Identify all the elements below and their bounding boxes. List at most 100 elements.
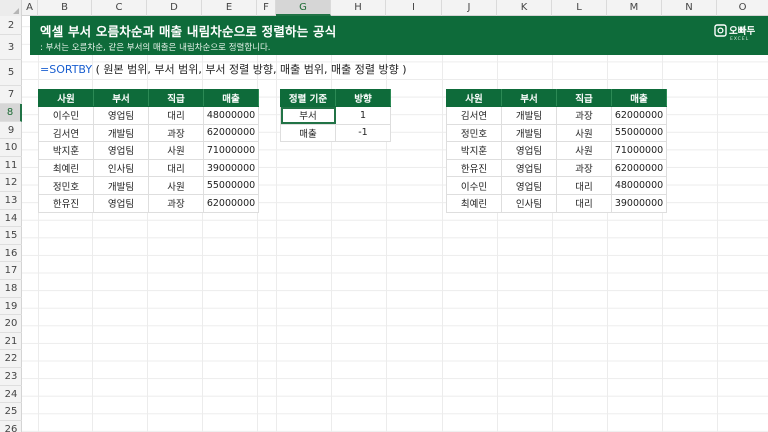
- criteria-cell[interactable]: 매출: [280, 123, 336, 143]
- source-cell[interactable]: 대리: [148, 158, 204, 178]
- result-header-cell[interactable]: 부서: [501, 89, 557, 107]
- column-header-b[interactable]: B: [38, 0, 92, 16]
- row-header-16[interactable]: 16: [0, 245, 22, 263]
- row-header-26[interactable]: 26: [0, 421, 22, 432]
- result-cell[interactable]: 박지훈: [446, 141, 502, 160]
- column-header-h[interactable]: H: [331, 0, 386, 16]
- result-cell[interactable]: 최예린: [446, 193, 502, 213]
- source-cell[interactable]: 과장: [148, 193, 204, 213]
- result-cell[interactable]: 영업팀: [501, 176, 557, 195]
- column-header-e[interactable]: E: [202, 0, 257, 16]
- column-header-n[interactable]: N: [662, 0, 717, 16]
- result-cell[interactable]: 대리: [556, 176, 612, 195]
- row-header-14[interactable]: 14: [0, 210, 22, 228]
- row-header-22[interactable]: 22: [0, 350, 22, 368]
- result-cell[interactable]: 39000000: [611, 193, 667, 213]
- criteria-header-cell[interactable]: 정렬 기준: [280, 89, 336, 107]
- source-cell[interactable]: 영업팀: [93, 141, 149, 160]
- source-header-cell[interactable]: 직급: [148, 89, 204, 107]
- result-cell[interactable]: 62000000: [611, 158, 667, 178]
- source-cell[interactable]: 55000000: [203, 176, 259, 195]
- row-header-13[interactable]: 13: [0, 192, 22, 210]
- criteria-cell[interactable]: 부서: [280, 106, 336, 125]
- result-cell[interactable]: 개발팀: [501, 106, 557, 125]
- column-header-i[interactable]: I: [386, 0, 442, 16]
- source-cell[interactable]: 48000000: [203, 106, 259, 125]
- result-header-cell[interactable]: 사원: [446, 89, 502, 107]
- source-cell[interactable]: 사원: [148, 141, 204, 160]
- source-cell[interactable]: 과장: [148, 123, 204, 143]
- source-cell[interactable]: 인사팀: [93, 158, 149, 178]
- column-header-f[interactable]: F: [257, 0, 276, 16]
- result-header-cell[interactable]: 직급: [556, 89, 612, 107]
- row-header-20[interactable]: 20: [0, 315, 22, 333]
- result-cell[interactable]: 대리: [556, 193, 612, 213]
- source-cell[interactable]: 박지훈: [38, 141, 94, 160]
- select-all-corner[interactable]: [0, 0, 22, 16]
- row-header-15[interactable]: 15: [0, 227, 22, 245]
- source-header-cell[interactable]: 사원: [38, 89, 94, 107]
- source-cell[interactable]: 김서연: [38, 123, 94, 143]
- column-header-g[interactable]: G: [276, 0, 331, 16]
- result-cell[interactable]: 김서연: [446, 106, 502, 125]
- column-header-l[interactable]: L: [552, 0, 607, 16]
- source-cell[interactable]: 개발팀: [93, 123, 149, 143]
- source-header-cell[interactable]: 매출: [203, 89, 259, 107]
- result-cell[interactable]: 사원: [556, 123, 612, 143]
- row-header-24[interactable]: 24: [0, 386, 22, 404]
- row-header-18[interactable]: 18: [0, 280, 22, 298]
- row-header-9[interactable]: 9: [0, 122, 22, 140]
- source-cell[interactable]: 한유진: [38, 193, 94, 213]
- result-cell[interactable]: 인사팀: [501, 193, 557, 213]
- source-cell[interactable]: 개발팀: [93, 176, 149, 195]
- column-header-j[interactable]: J: [442, 0, 497, 16]
- result-cell[interactable]: 이수민: [446, 176, 502, 195]
- result-cell[interactable]: 사원: [556, 141, 612, 160]
- source-header-cell[interactable]: 부서: [93, 89, 149, 107]
- row-header-11[interactable]: 11: [0, 157, 22, 175]
- source-cell[interactable]: 대리: [148, 106, 204, 125]
- result-header-cell[interactable]: 매출: [611, 89, 667, 107]
- column-header-a[interactable]: A: [22, 0, 38, 16]
- result-cell[interactable]: 과장: [556, 106, 612, 125]
- result-cell[interactable]: 개발팀: [501, 123, 557, 143]
- result-cell[interactable]: 영업팀: [501, 158, 557, 178]
- result-cell[interactable]: 55000000: [611, 123, 667, 143]
- row-header-8[interactable]: 8: [0, 104, 22, 122]
- source-cell[interactable]: 39000000: [203, 158, 259, 178]
- column-header-k[interactable]: K: [497, 0, 552, 16]
- row-header-17[interactable]: 17: [0, 262, 22, 280]
- source-cell[interactable]: 62000000: [203, 193, 259, 213]
- result-cell[interactable]: 한유진: [446, 158, 502, 178]
- row-header-7[interactable]: 7: [0, 86, 22, 104]
- column-header-o[interactable]: O: [717, 0, 768, 16]
- row-header-21[interactable]: 21: [0, 333, 22, 351]
- row-header-23[interactable]: 23: [0, 368, 22, 386]
- row-header-2[interactable]: 2: [0, 16, 22, 35]
- column-header-c[interactable]: C: [92, 0, 147, 16]
- result-cell[interactable]: 48000000: [611, 176, 667, 195]
- source-cell[interactable]: 71000000: [203, 141, 259, 160]
- row-header-5[interactable]: 5: [0, 60, 22, 86]
- row-header-3[interactable]: 3: [0, 35, 22, 60]
- criteria-cell[interactable]: 1: [335, 106, 391, 125]
- sheet-grid[interactable]: [22, 16, 768, 432]
- column-header-d[interactable]: D: [147, 0, 202, 16]
- source-cell[interactable]: 사원: [148, 176, 204, 195]
- column-header-m[interactable]: M: [607, 0, 662, 16]
- criteria-cell[interactable]: -1: [335, 123, 391, 143]
- source-cell[interactable]: 최예린: [38, 158, 94, 178]
- source-cell[interactable]: 62000000: [203, 123, 259, 143]
- row-header-12[interactable]: 12: [0, 174, 22, 192]
- row-header-25[interactable]: 25: [0, 403, 22, 421]
- source-cell[interactable]: 이수민: [38, 106, 94, 125]
- criteria-header-cell[interactable]: 방향: [335, 89, 391, 107]
- result-cell[interactable]: 영업팀: [501, 141, 557, 160]
- source-cell[interactable]: 영업팀: [93, 106, 149, 125]
- source-cell[interactable]: 정민호: [38, 176, 94, 195]
- row-header-10[interactable]: 10: [0, 139, 22, 157]
- row-header-19[interactable]: 19: [0, 298, 22, 316]
- result-cell[interactable]: 62000000: [611, 106, 667, 125]
- result-cell[interactable]: 과장: [556, 158, 612, 178]
- result-cell[interactable]: 71000000: [611, 141, 667, 160]
